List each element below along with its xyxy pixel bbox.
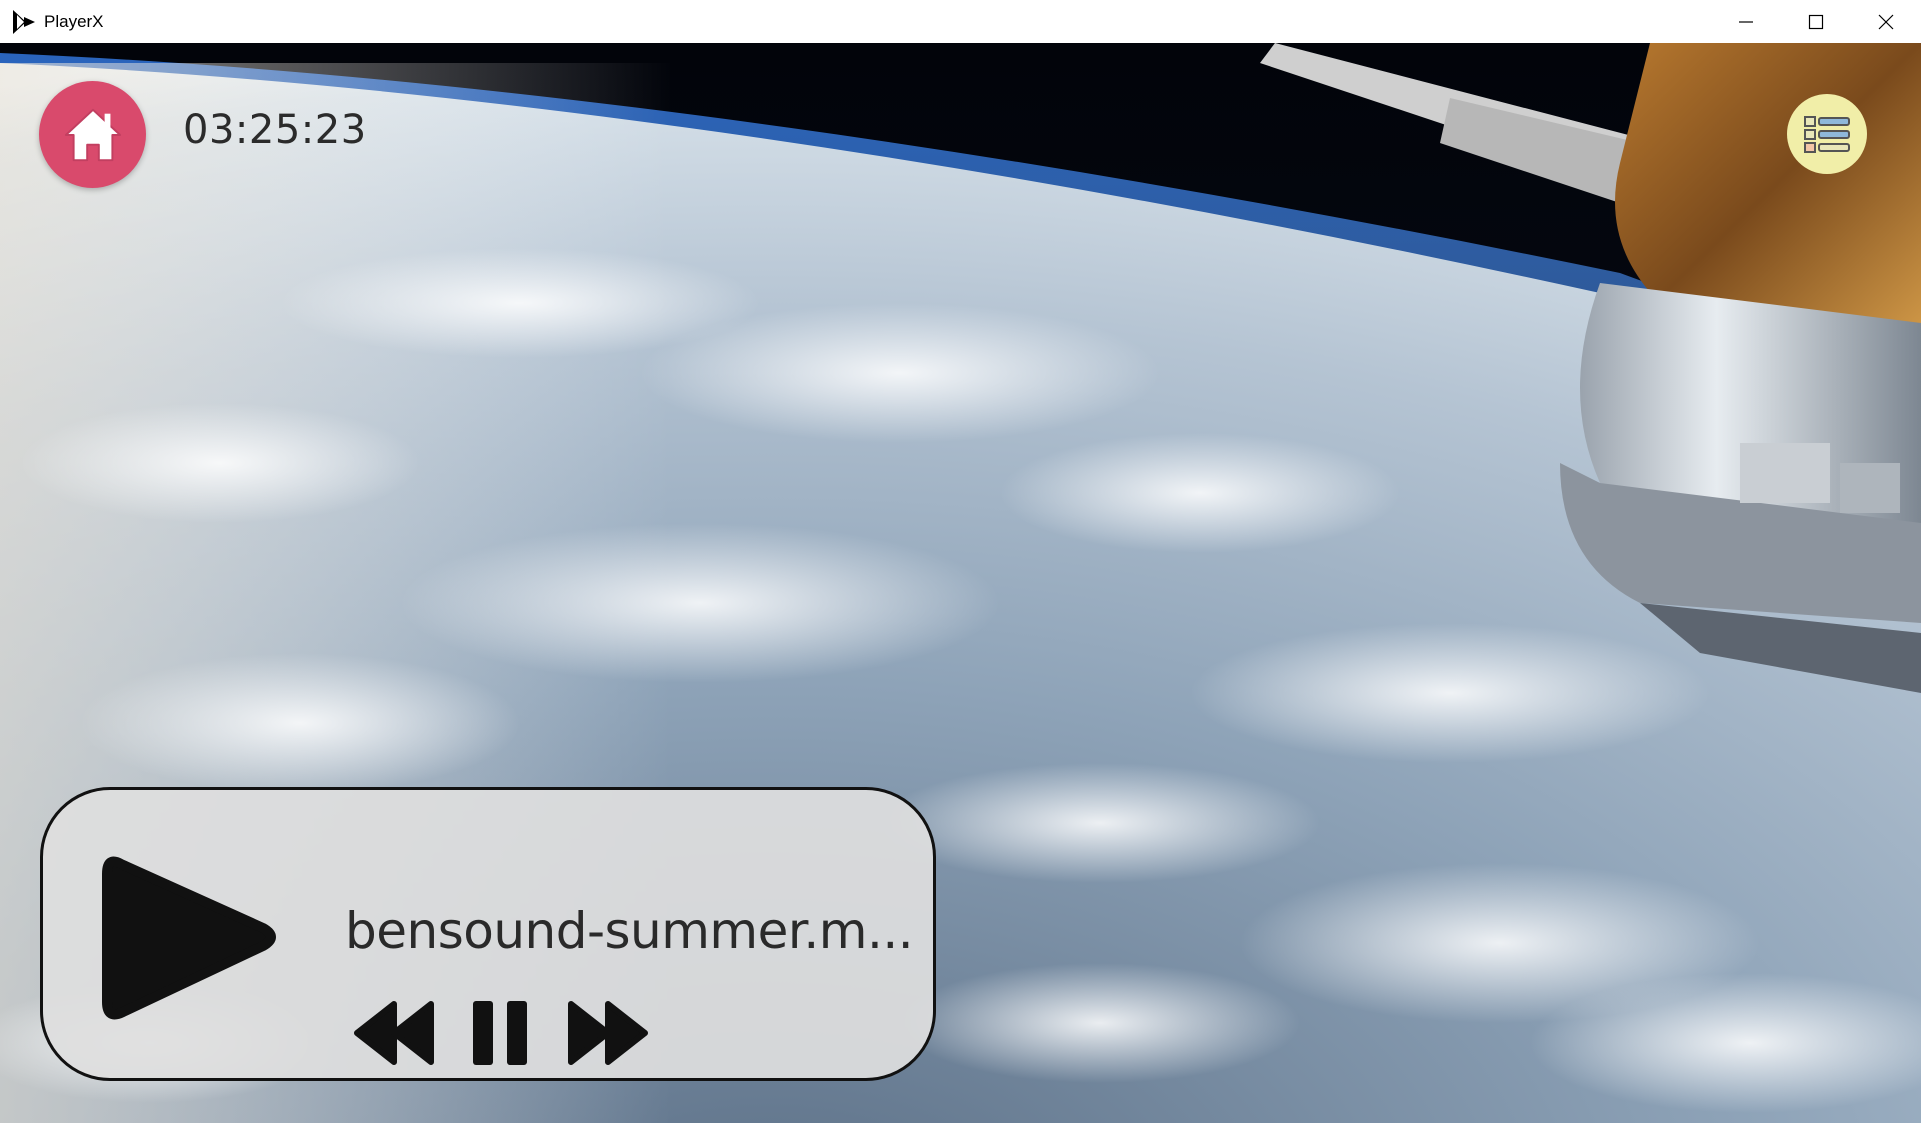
pause-icon[interactable] xyxy=(469,998,531,1068)
maximize-button[interactable] xyxy=(1781,0,1851,43)
clock-time: 03:25:23 xyxy=(183,107,367,153)
minimize-button[interactable] xyxy=(1711,0,1781,43)
rewind-icon[interactable] xyxy=(351,998,437,1068)
app-logo-icon xyxy=(13,9,35,34)
window-title: PlayerX xyxy=(44,11,104,31)
playlist-button[interactable] xyxy=(1787,94,1867,174)
playlist-icon xyxy=(1804,116,1850,153)
play-icon[interactable] xyxy=(93,842,283,1032)
home-icon xyxy=(64,108,121,161)
title-bar[interactable]: PlayerX xyxy=(0,0,1921,44)
home-button[interactable] xyxy=(39,81,146,188)
close-button[interactable] xyxy=(1851,0,1921,43)
maximize-icon xyxy=(1808,14,1824,29)
minimize-icon xyxy=(1739,20,1753,23)
track-title: bensound-summer.m... xyxy=(345,902,914,960)
player-panel: bensound-summer.m... xyxy=(40,787,936,1081)
close-icon xyxy=(1878,14,1894,29)
app-window: PlayerX 03:25:23 bensound-summer.m... xyxy=(0,0,1921,1123)
window-controls xyxy=(1711,0,1921,43)
video-viewport[interactable]: 03:25:23 bensound-summer.m... xyxy=(0,43,1921,1123)
fast-forward-icon[interactable] xyxy=(565,998,651,1068)
